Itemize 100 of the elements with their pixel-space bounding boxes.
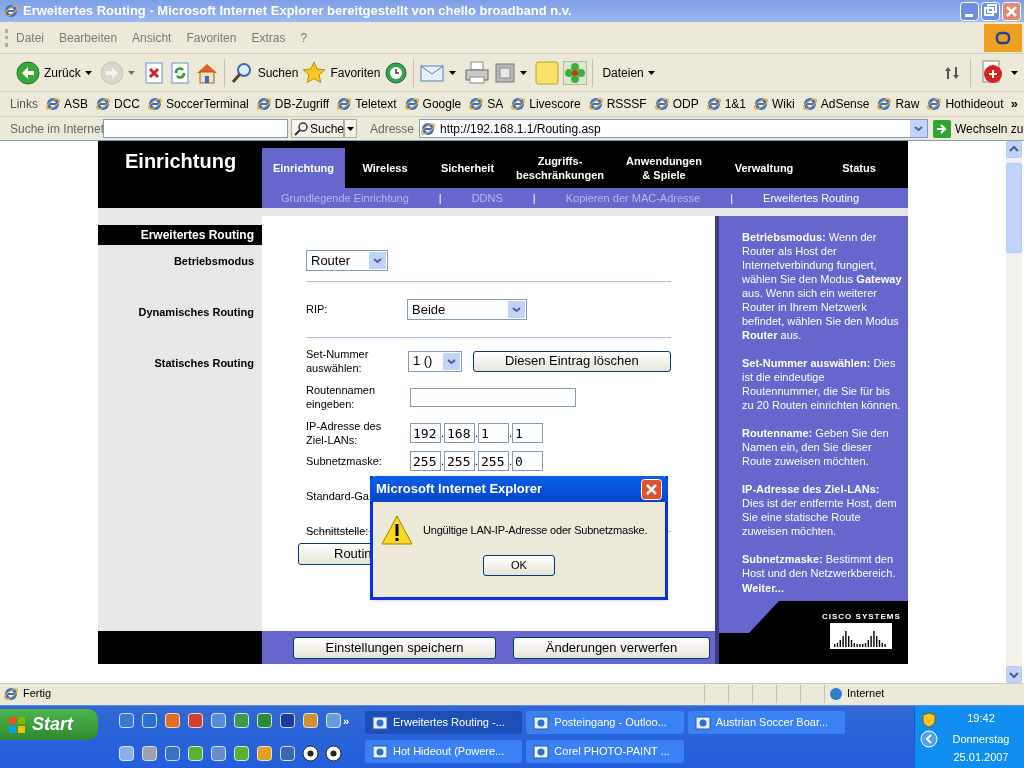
link-item[interactable]: ODP	[653, 95, 699, 113]
link-item[interactable]: 1&1	[705, 95, 747, 113]
route-name-field[interactable]	[410, 387, 576, 407]
chevron-icon	[910, 120, 927, 137]
subnav-link[interactable]: Erweitertes Routing	[763, 189, 860, 207]
delete-entry-button[interactable]: Diesen Eintrag löschen	[472, 350, 671, 372]
browser-icon	[876, 96, 893, 112]
caret-icon[interactable]	[449, 70, 457, 75]
caret-icon	[347, 126, 354, 131]
more-button[interactable]: »	[343, 706, 365, 768]
field-label: Subnetzmaske:	[306, 454, 383, 468]
taskbar-button[interactable]: Posteingang - Outloo...	[526, 711, 684, 734]
page-title: Erweitertes Routing	[98, 225, 262, 245]
mask-octet-field[interactable]: 255	[478, 451, 509, 471]
browser-icon	[403, 96, 420, 112]
menu-item[interactable]: ?	[300, 28, 308, 47]
search-button[interactable]: Suche	[291, 119, 344, 138]
link-item[interactable]: DCC	[95, 95, 141, 113]
link-item[interactable]: Raw	[876, 95, 920, 113]
app-icon[interactable]	[325, 745, 342, 762]
help-paragraph: Subnetzmaske: Bestimmt den Host und den Netzwerkbereich.	[742, 552, 897, 580]
close-icon[interactable]	[1002, 1, 1021, 21]
mask-octet-field[interactable]: 0	[512, 451, 543, 471]
toolbar-button[interactable]: Favoriten	[300, 55, 383, 90]
octet-dot: .	[475, 425, 478, 441]
link-item[interactable]: Hothideout	[926, 95, 1004, 113]
globe-icon	[829, 686, 843, 701]
scrollbar[interactable]	[1006, 141, 1022, 683]
menu-item[interactable]: Ansicht	[132, 28, 172, 47]
caret-icon[interactable]	[520, 70, 528, 75]
separator: |	[438, 190, 442, 206]
ip-octet-field[interactable]: 168	[444, 423, 475, 443]
footer-button[interactable]: Einstellungen speichern	[293, 636, 496, 659]
taskbar-button[interactable]: Corel PHOTO-PAINT ...	[526, 740, 684, 763]
link-item[interactable]: SoccerTerminal	[147, 95, 249, 113]
taskbar-button[interactable]: Austrian Soccer Boar...	[687, 711, 845, 734]
link-item[interactable]: Google	[403, 95, 462, 113]
mask-octet-field[interactable]: 255	[444, 451, 475, 471]
link-item[interactable]: AdSense	[801, 95, 870, 113]
caret-icon[interactable]	[647, 70, 655, 75]
more-links-button[interactable]: »	[1010, 94, 1018, 114]
browser-icon	[420, 120, 436, 137]
logo-icon	[984, 23, 1022, 52]
chevron-left-icon[interactable]	[920, 730, 938, 748]
browser-icon	[587, 96, 604, 112]
status-text: Fertig	[23, 686, 53, 702]
ip-octet-field[interactable]: 192	[410, 423, 441, 443]
menu-item[interactable]: Bearbeiten	[59, 28, 118, 47]
link-item[interactable]: Teletext	[336, 95, 397, 113]
link-item[interactable]: Livescore	[510, 95, 581, 113]
clock-day: Donnerstag	[952, 730, 1010, 747]
link-item[interactable]: ASB	[45, 95, 89, 113]
set-number-dropdown[interactable]: 1 ()	[407, 350, 462, 372]
ip-octet-field[interactable]: 1	[512, 423, 543, 443]
taskbar-button[interactable]: Erweitertes Routing -...	[365, 711, 523, 734]
dialog-title: Microsoft Internet Explorer	[376, 480, 544, 499]
menu-item[interactable]: Extras	[251, 28, 286, 47]
help-paragraph: Set-Nummer auswählen: Dies ist die eindeutige Routennummer, die Sie für bis zu 20 Routen einrichten können.	[742, 356, 902, 412]
more-link[interactable]: Weiter...	[742, 580, 902, 597]
ip-octet-field[interactable]: 1	[478, 423, 509, 443]
mode-dropdown[interactable]: Router	[306, 250, 388, 271]
menu-item[interactable]: Datei	[16, 28, 44, 47]
go-button[interactable]: Wechseln zu	[933, 119, 1024, 138]
chevron-icon	[369, 252, 386, 269]
app-window-icon	[372, 743, 388, 760]
ok-button[interactable]: OK	[483, 555, 555, 576]
scroll-up-icon[interactable]	[1006, 141, 1022, 158]
toolbar-button[interactable]: Dateien	[596, 55, 661, 90]
toolbar-button[interactable]: Suchen	[227, 55, 301, 90]
signal-bars-icon	[830, 623, 893, 649]
mask-octet-field[interactable]: 255	[410, 451, 441, 471]
taskbar-button[interactable]: Hot Hideout (Powere...	[365, 740, 523, 763]
arrows-icon	[944, 64, 960, 81]
browser-icon	[705, 96, 722, 112]
link-item[interactable]: RSSSF	[587, 95, 647, 113]
menu-item[interactable]: Favoriten	[186, 28, 237, 47]
link-item[interactable]: DB-Zugriff	[255, 95, 330, 113]
browser-icon	[3, 3, 19, 19]
close-icon[interactable]	[641, 478, 662, 500]
separator: |	[730, 190, 734, 206]
footer-button[interactable]: Änderungen verwerfen	[513, 636, 710, 659]
maximize-icon[interactable]	[981, 1, 1000, 21]
dropdown-button[interactable]	[344, 119, 357, 138]
link-item[interactable]: Wiki	[753, 95, 795, 113]
scroll-down-icon[interactable]	[1006, 666, 1022, 683]
address-field[interactable]: http://192.168.1.1/Routing.asp	[419, 119, 928, 138]
app-icon[interactable]	[302, 745, 319, 762]
rip-dropdown[interactable]: Beide	[407, 299, 527, 320]
nav-tab[interactable]: Einrichtung	[262, 148, 345, 188]
link-item[interactable]: SA	[468, 95, 504, 113]
separator: |	[532, 190, 536, 206]
caret-icon[interactable]	[84, 70, 92, 75]
minimize-icon[interactable]	[960, 1, 979, 21]
caret-icon[interactable]	[1011, 70, 1018, 75]
toolbar-button[interactable]: Zurück	[14, 55, 98, 90]
scroll-thumb[interactable]	[1006, 163, 1022, 253]
star-icon	[302, 60, 327, 85]
search-field[interactable]	[103, 119, 288, 138]
browser-icon	[468, 96, 485, 112]
dialog-message: Ungültige LAN-IP-Adresse oder Subnetzmaske.	[423, 522, 648, 538]
